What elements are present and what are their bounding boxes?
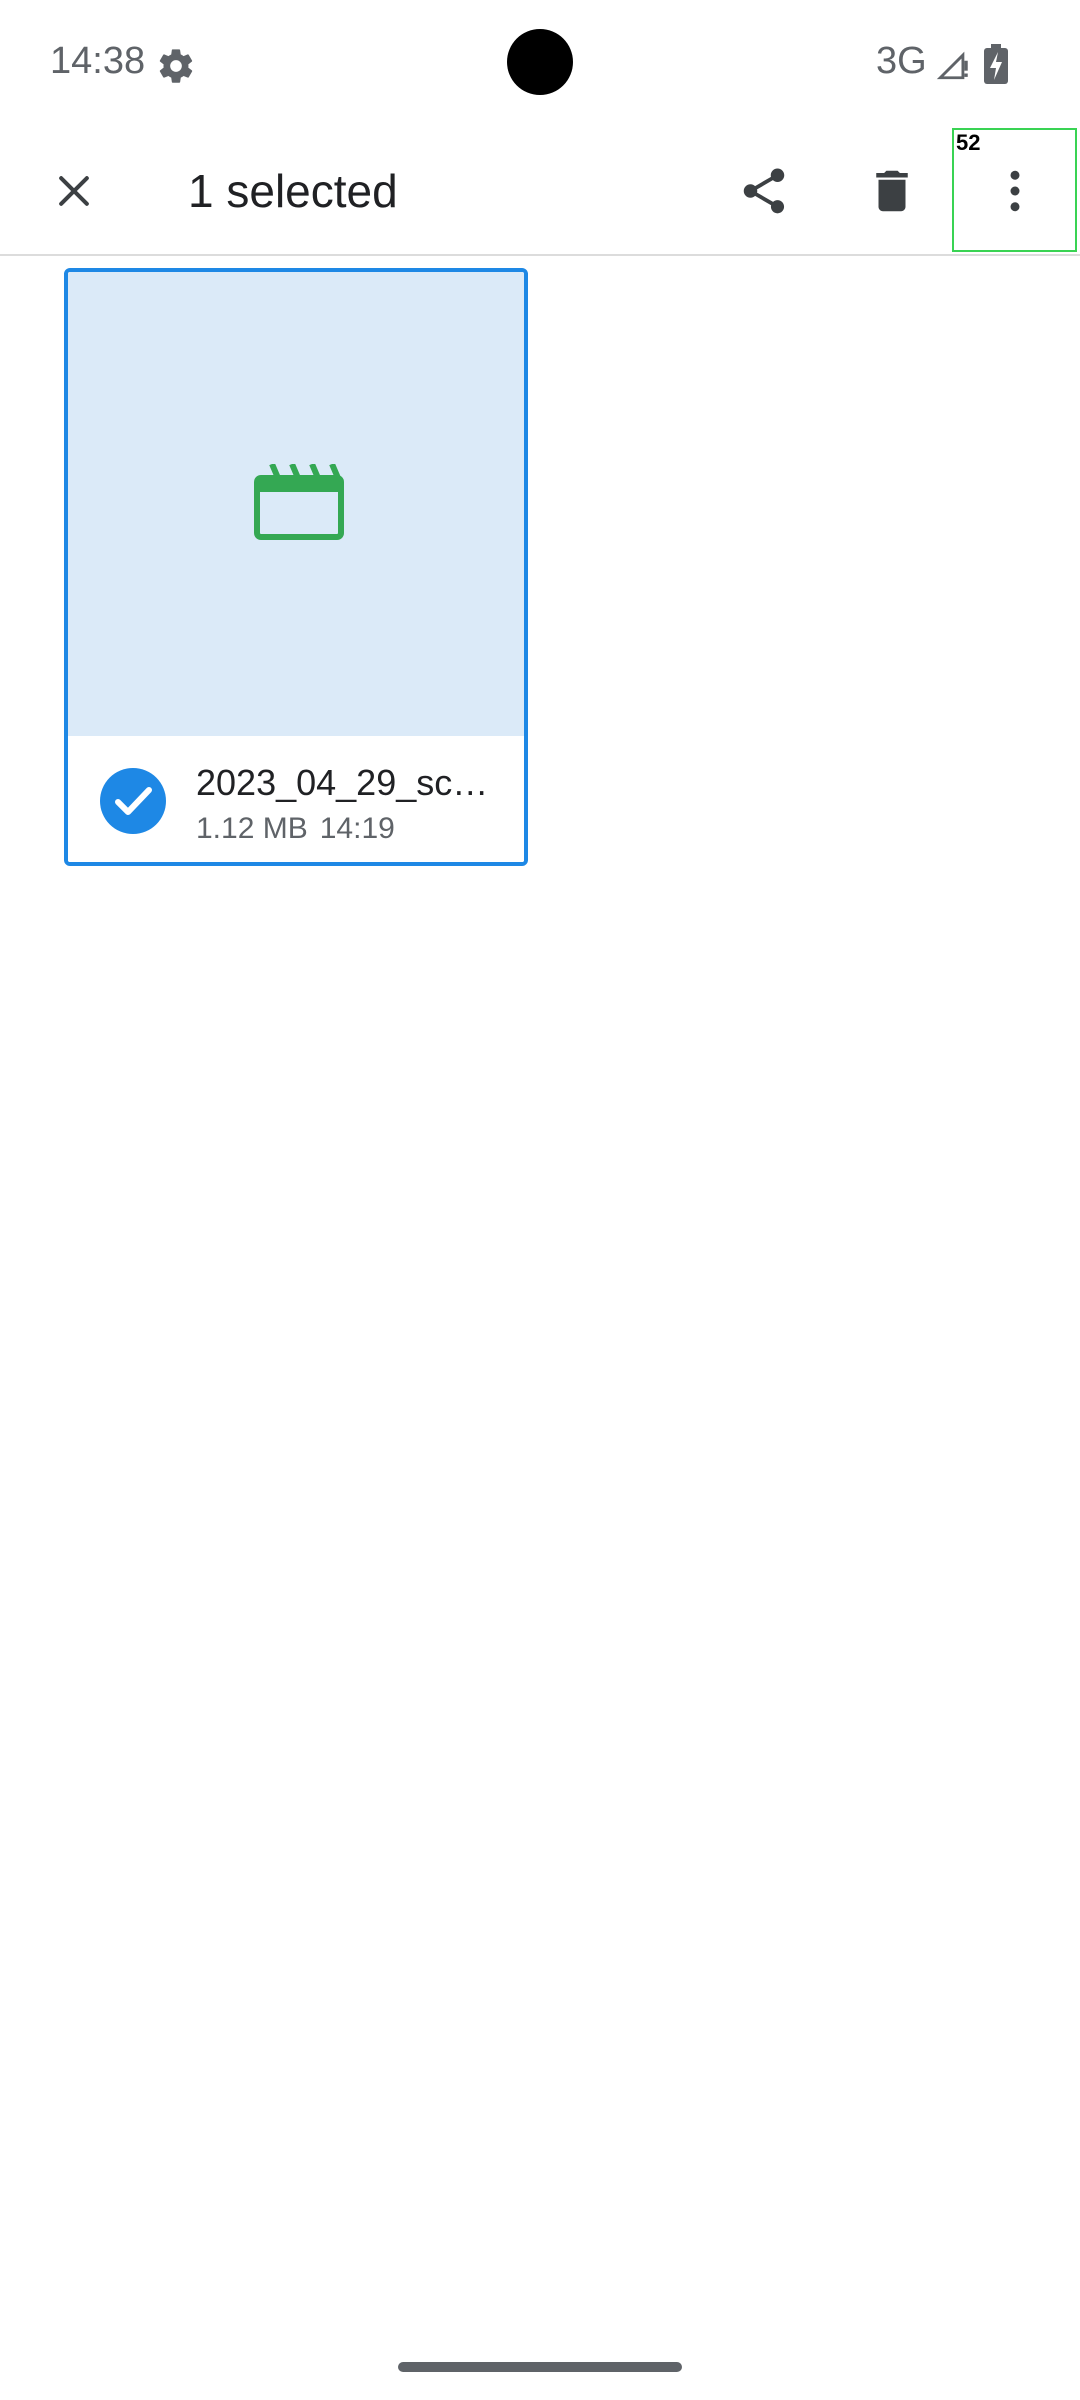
settings-gear-icon [159, 49, 193, 83]
annotation-label: 52 [956, 130, 981, 155]
selection-count-title: 1 selected [188, 165, 398, 217]
check-circle-icon[interactable] [100, 768, 166, 834]
camera-cutout [507, 29, 573, 95]
network-type: 3G [876, 40, 927, 82]
file-time: 14:19 [319, 812, 395, 845]
share-icon [743, 168, 785, 214]
file-size: 1.12 MB [196, 812, 308, 845]
signal-icon [936, 51, 968, 80]
status-time: 14:38 [50, 40, 146, 82]
video-icon [254, 464, 344, 540]
delete-icon [876, 170, 908, 212]
gesture-nav-handle[interactable] [398, 2362, 682, 2372]
more-vert-icon [1010, 170, 1020, 212]
close-icon [59, 176, 89, 206]
file-info: 2023_04_29_sc… 1.12 MB 14:19 [68, 736, 524, 862]
file-meta: 1.12 MB 14:19 [196, 812, 395, 846]
close-selection-button[interactable] [22, 128, 126, 254]
share-button[interactable] [712, 128, 816, 254]
battery-charging-icon [984, 44, 1008, 84]
file-card-selected[interactable]: 2023_04_29_sc… 1.12 MB 14:19 [64, 268, 528, 866]
status-bar: 14:38 3G [0, 0, 1080, 128]
file-thumbnail [68, 272, 524, 736]
selection-toolbar: 1 selected [0, 128, 1080, 256]
file-name: 2023_04_29_sc… [196, 762, 489, 803]
delete-button[interactable] [840, 128, 944, 254]
screen: 14:38 3G 1 selected 52 2023_04_29_sc… 1.… [0, 0, 1080, 2400]
